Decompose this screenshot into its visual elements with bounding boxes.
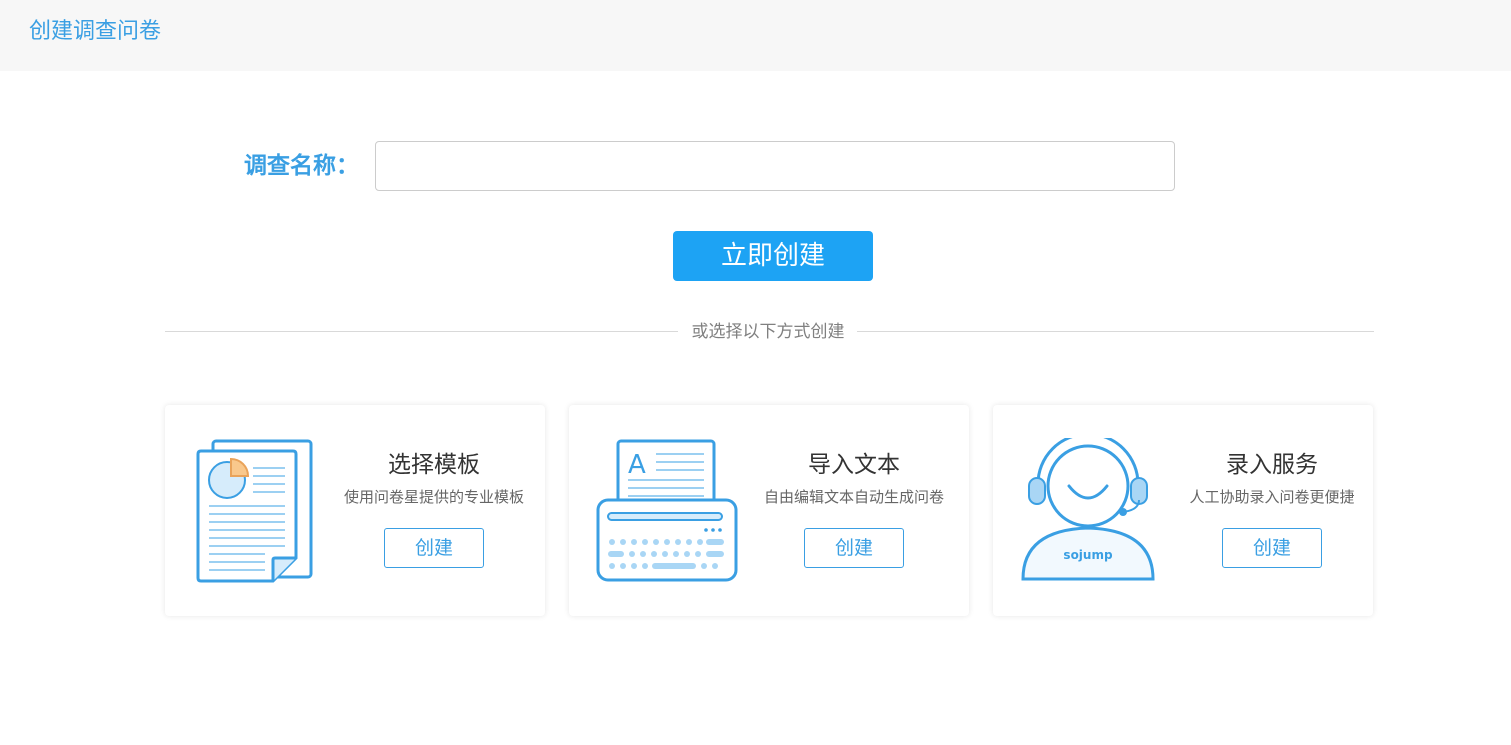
card-entry-service-desc: 人工协助录入问卷更便捷 [1189, 488, 1355, 506]
survey-name-input[interactable] [375, 141, 1175, 191]
create-now-button[interactable]: 立即创建 [673, 231, 873, 281]
divider-text: 或选择以下方式创建 [691, 322, 845, 342]
page-header: 创建调查问卷 [0, 0, 1511, 71]
page-title: 创建调查问卷 [29, 19, 162, 44]
svg-text:A: A [628, 450, 646, 480]
card-entry-service-create-button[interactable]: 创建 [1222, 528, 1322, 568]
sojump-brand-text: sojump [1063, 548, 1113, 562]
card-template: 选择模板 使用问卷星提供的专业模板 创建 [165, 405, 545, 616]
divider-line-right [857, 331, 1374, 332]
card-import-text: A 导入文本 自由编辑文本自动生成问卷 创建 [569, 405, 969, 616]
card-template-title: 选择模板 [388, 452, 480, 478]
template-document-icon [196, 439, 313, 583]
survey-name-row: 调查名称： [0, 141, 1511, 191]
card-entry-service-title: 录入服务 [1226, 452, 1318, 478]
card-template-desc: 使用问卷星提供的专业模板 [343, 488, 524, 506]
card-import-text-create-button[interactable]: 创建 [804, 528, 904, 568]
card-import-text-title: 导入文本 [808, 452, 900, 478]
divider-line-left [165, 331, 678, 332]
section-divider: 或选择以下方式创建 [165, 320, 1374, 344]
card-template-create-button[interactable]: 创建 [384, 528, 484, 568]
typewriter-icon: A [596, 439, 738, 582]
card-entry-service: sojump 录入服务 人工协助录入问卷更便捷 创建 [993, 405, 1373, 616]
card-import-text-desc: 自由编辑文本自动生成问卷 [763, 488, 944, 506]
survey-name-label: 调查名称： [244, 153, 359, 179]
customer-service-icon: sojump [1021, 438, 1155, 581]
